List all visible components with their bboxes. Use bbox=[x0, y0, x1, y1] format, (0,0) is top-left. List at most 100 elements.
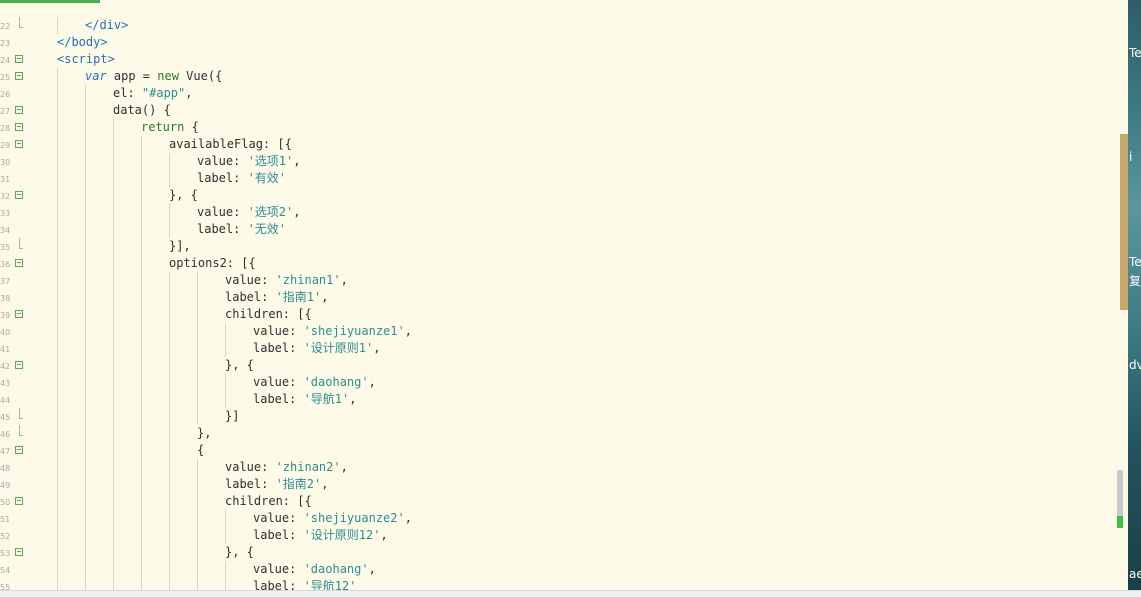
code-token: "#app" bbox=[141, 86, 186, 100]
code-line[interactable]: 37 value: 'zhinan1', bbox=[0, 272, 1120, 289]
code-line[interactable]: 38 label: '指南1', bbox=[0, 289, 1120, 306]
indent-guide bbox=[85, 578, 86, 590]
code-line[interactable]: 41 label: '设计原则1', bbox=[0, 340, 1120, 357]
code-token: , bbox=[404, 511, 412, 525]
line-number: 31 bbox=[0, 175, 11, 184]
line-number: 45 bbox=[0, 413, 11, 422]
indent-guide bbox=[57, 357, 58, 374]
code-text: el: "#app", bbox=[113, 85, 193, 102]
indent-guide bbox=[169, 442, 170, 459]
indent-guide bbox=[57, 170, 58, 187]
indent-guide bbox=[57, 119, 58, 136]
indent-guide bbox=[57, 340, 58, 357]
indent-guide bbox=[85, 561, 86, 578]
indent-guide bbox=[85, 272, 86, 289]
indent-guide bbox=[57, 408, 58, 425]
indent-guide bbox=[113, 391, 114, 408]
code-text: value: 'zhinan2', bbox=[225, 459, 348, 476]
indent-guide bbox=[113, 153, 114, 170]
fold-toggle-icon[interactable] bbox=[15, 361, 23, 369]
code-line[interactable]: 50 children: [{ bbox=[0, 493, 1120, 510]
code-line[interactable]: 23 </body> bbox=[0, 34, 1120, 51]
code-line[interactable]: 24 <script> bbox=[0, 51, 1120, 68]
indent-guide bbox=[113, 544, 114, 561]
fold-toggle-icon[interactable] bbox=[15, 55, 23, 63]
code-token: value: bbox=[253, 511, 304, 525]
code-line[interactable]: 34 label: '无效' bbox=[0, 221, 1120, 238]
code-line[interactable]: 26 el: "#app", bbox=[0, 85, 1120, 102]
code-line[interactable]: 47 { bbox=[0, 442, 1120, 459]
code-line[interactable]: 36 options2: [{ bbox=[0, 255, 1120, 272]
indent-guide bbox=[225, 374, 226, 391]
indent-guide bbox=[225, 340, 226, 357]
code-token: , bbox=[185, 86, 193, 100]
code-text: value: 'daohang', bbox=[253, 561, 376, 578]
code-line[interactable]: 46}, bbox=[0, 425, 1120, 442]
line-number: 44 bbox=[0, 396, 11, 405]
code-line[interactable]: 39 children: [{ bbox=[0, 306, 1120, 323]
code-line[interactable]: 45}] bbox=[0, 408, 1120, 425]
code-token: </div> bbox=[85, 18, 129, 32]
code-line[interactable]: 49 label: '指南2', bbox=[0, 476, 1120, 493]
fold-end-marker-icon bbox=[19, 238, 23, 249]
fold-toggle-icon[interactable] bbox=[15, 310, 23, 318]
indent-guide bbox=[57, 510, 58, 527]
indent-guide bbox=[197, 323, 198, 340]
code-line[interactable]: 42}, { bbox=[0, 357, 1120, 374]
indent-guide bbox=[57, 204, 58, 221]
line-number: 26 bbox=[0, 90, 11, 99]
code-line[interactable]: 27 data() { bbox=[0, 102, 1120, 119]
code-line[interactable]: 28 return { bbox=[0, 119, 1120, 136]
code-line[interactable]: 29 availableFlag: [{ bbox=[0, 136, 1120, 153]
code-line[interactable]: 48 value: 'zhinan2', bbox=[0, 459, 1120, 476]
indent-guide bbox=[169, 578, 170, 590]
code-text: label: '有效' bbox=[197, 170, 286, 187]
line-number: 27 bbox=[0, 107, 11, 116]
indent-guide bbox=[141, 136, 142, 153]
code-line[interactable]: 55 label: '导航12' bbox=[0, 578, 1120, 590]
code-line[interactable]: 32}, { bbox=[0, 187, 1120, 204]
fold-toggle-icon[interactable] bbox=[15, 259, 23, 267]
code-line[interactable]: 25 var app = new Vue({ bbox=[0, 68, 1120, 85]
fold-toggle-icon[interactable] bbox=[15, 106, 23, 114]
code-token: var bbox=[85, 69, 107, 83]
code-line[interactable]: 51 value: 'shejiyuanze2', bbox=[0, 510, 1120, 527]
code-line[interactable]: 22 </div> bbox=[0, 17, 1120, 34]
indent-guide bbox=[57, 306, 58, 323]
indent-guide bbox=[57, 561, 58, 578]
code-token: Vue({ bbox=[178, 69, 223, 83]
fold-toggle-icon[interactable] bbox=[15, 548, 23, 556]
fold-toggle-icon[interactable] bbox=[15, 497, 23, 505]
indent-guide bbox=[113, 340, 114, 357]
code-token: label: bbox=[253, 392, 304, 406]
indent-guide bbox=[169, 527, 170, 544]
code-line[interactable]: 53}, { bbox=[0, 544, 1120, 561]
indent-guide bbox=[113, 272, 114, 289]
code-line[interactable]: 44 label: '导航1', bbox=[0, 391, 1120, 408]
indent-guide bbox=[141, 527, 142, 544]
code-editor[interactable]: 22 </div> 23 </body> 24 <script> 25 var app = n… bbox=[0, 0, 1128, 590]
code-line[interactable]: 30 value: '选项1', bbox=[0, 153, 1120, 170]
code-line[interactable]: 33 value: '选项2', bbox=[0, 204, 1120, 221]
fold-toggle-icon[interactable] bbox=[15, 446, 23, 454]
code-text: value: 'shejiyuanze2', bbox=[253, 510, 412, 527]
fold-toggle-icon[interactable] bbox=[15, 140, 23, 148]
fold-toggle-icon[interactable] bbox=[15, 191, 23, 199]
indent-guide bbox=[225, 323, 226, 340]
code-token: label: bbox=[225, 290, 276, 304]
code-line[interactable]: 43 value: 'daohang', bbox=[0, 374, 1120, 391]
code-line[interactable]: 52 label: '设计原则12', bbox=[0, 527, 1120, 544]
code-token: , bbox=[373, 341, 381, 355]
code-token: '无效' bbox=[247, 222, 287, 236]
code-token: , bbox=[340, 273, 348, 287]
code-line[interactable]: 54 value: 'daohang', bbox=[0, 561, 1120, 578]
code-line[interactable]: 40 value: 'shejiyuanze1', bbox=[0, 323, 1120, 340]
code-line[interactable]: 35}], bbox=[0, 238, 1120, 255]
indent-guide bbox=[169, 391, 170, 408]
code-text: value: 'zhinan1', bbox=[225, 272, 348, 289]
code-text: value: 'shejiyuanze1', bbox=[253, 323, 412, 340]
code-line[interactable]: 31 label: '有效' bbox=[0, 170, 1120, 187]
fold-toggle-icon[interactable] bbox=[15, 123, 23, 131]
fold-toggle-icon[interactable] bbox=[15, 72, 23, 80]
indent-guide bbox=[85, 544, 86, 561]
